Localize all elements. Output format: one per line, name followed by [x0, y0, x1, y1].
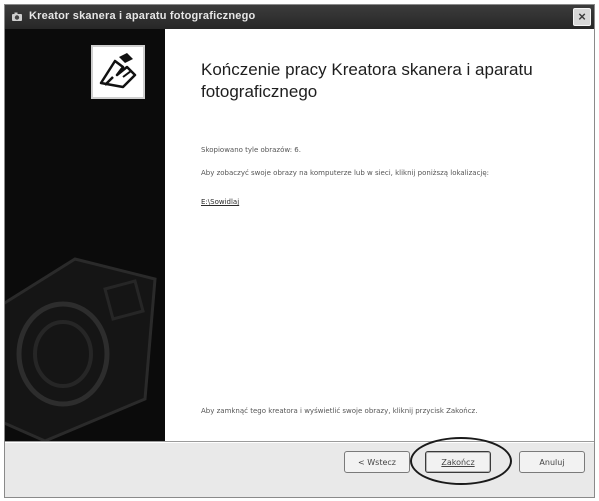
finish-button[interactable]: Zakończ	[425, 451, 491, 473]
wizard-camera-icon	[11, 11, 23, 23]
footer-separator	[5, 441, 594, 443]
camera-watermark-icon	[5, 219, 165, 441]
wizard-window: Kreator skanera i aparatu fotograficzneg…	[4, 4, 595, 498]
window-title: Kreator skanera i aparatu fotograficzneg…	[29, 10, 256, 22]
location-link[interactable]: E:\Sowidlaj	[201, 198, 239, 206]
title-bar[interactable]: Kreator skanera i aparatu fotograficzneg…	[5, 5, 594, 29]
cancel-button[interactable]: Anuluj	[519, 451, 585, 473]
wizard-side-panel	[5, 29, 165, 441]
back-button[interactable]: < Wstecz	[344, 451, 410, 473]
finish-button-label: Zakończ	[441, 457, 475, 467]
close-icon: ×	[578, 9, 586, 24]
cancel-button-label: Anuluj	[539, 457, 565, 467]
back-button-label: < Wstecz	[358, 457, 396, 467]
close-button[interactable]: ×	[573, 8, 591, 26]
location-info-text: Aby zobaczyć swoje obrazy na komputerze …	[201, 169, 490, 177]
copy-status-text: Skopiowano tyle obrazów: 6.	[201, 146, 301, 154]
wizard-content: Kończenie pracy Kreatora skanera i apara…	[165, 29, 594, 441]
page-title: Kończenie pracy Kreatora skanera i apara…	[201, 60, 533, 101]
scanner-wizard-logo-icon	[91, 45, 145, 99]
finish-instruction-text: Aby zamknąć tego kreatora i wyświetlić s…	[201, 407, 478, 415]
